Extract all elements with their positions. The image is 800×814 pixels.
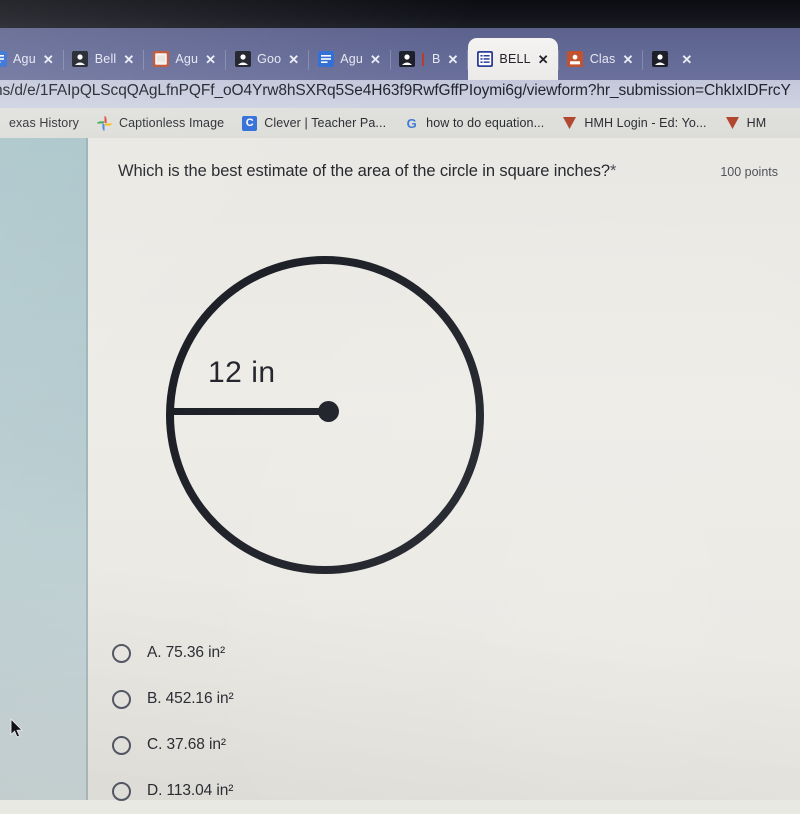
mouse-cursor: [10, 717, 24, 739]
answer-option[interactable]: D. 113.04 in²: [112, 768, 632, 814]
bookmark-item[interactable]: HM: [716, 116, 776, 131]
bookmark-label: Captionless Image: [118, 116, 225, 130]
browser-tab-strip: Agu ✕ Bell ✕ Agu ✕ Goo ✕ Agu ✕ B ✕ BELL ✕ Clas ✕ ✕: [0, 28, 800, 80]
hmh-icon: [725, 116, 740, 131]
tab-title: B: [431, 52, 441, 66]
points-label: 100 points: [720, 165, 778, 179]
google-classroom-icon: [567, 51, 584, 68]
tab-close-icon[interactable]: ✕: [42, 53, 54, 66]
question-prompt: Which is the best estimate of the area o…: [118, 162, 610, 180]
tab-title: Agu: [175, 52, 199, 66]
tab-title: Agu: [13, 52, 36, 66]
tab-title: BELL: [499, 52, 531, 66]
google-contacts-icon: [234, 51, 251, 68]
circle-figure: 12 in: [166, 256, 496, 586]
answer-option-label: D. 113.04 in²: [147, 782, 234, 799]
google-contacts-icon: [651, 51, 668, 68]
google-contacts-icon: [399, 51, 416, 68]
answer-option-label: B. 452.16 in²: [147, 690, 234, 707]
tab-close-icon[interactable]: ✕: [680, 53, 692, 66]
radio-button[interactable]: [112, 735, 131, 755]
tab-close-icon[interactable]: ✕: [537, 53, 549, 66]
answer-option-label: C. 37.68 in²: [147, 736, 226, 753]
question-text: Which is the best estimate of the area o…: [118, 162, 616, 181]
radius-line: [170, 408, 328, 415]
answer-option[interactable]: B. 452.16 in²: [112, 676, 632, 722]
answer-option[interactable]: C. 37.68 in²: [112, 722, 632, 768]
window-bezel: [0, 0, 800, 28]
browser-tab[interactable]: Bell ✕: [64, 38, 144, 80]
tab-title: Goo: [257, 52, 282, 66]
radio-button[interactable]: [112, 643, 131, 663]
tab-close-icon[interactable]: ✕: [204, 53, 216, 66]
circle-center-dot: [318, 401, 339, 422]
tab-title: Agu: [340, 52, 364, 66]
bookmarks-bar: exas History Captionless Image C Clever | T…: [0, 108, 800, 138]
browser-tab[interactable]: Agu ✕: [0, 38, 63, 80]
bookmark-label: Clever | Teacher Pa...: [264, 116, 387, 130]
question-header: Which is the best estimate of the area o…: [118, 162, 778, 181]
bookmark-item[interactable]: exas History: [0, 116, 88, 130]
browser-tab[interactable]: Clas ✕: [559, 38, 643, 80]
bookmark-label: HM: [746, 116, 767, 130]
tab-indicator-bar: [421, 52, 424, 66]
tab-close-icon[interactable]: ✕: [622, 53, 634, 66]
google-photos-icon: [96, 115, 112, 131]
google-slides-icon: [152, 51, 169, 68]
radio-button[interactable]: [112, 689, 131, 709]
browser-tab-active[interactable]: BELL ✕: [468, 38, 558, 80]
hmh-icon: [562, 116, 577, 131]
required-asterisk: *: [609, 162, 617, 180]
address-bar[interactable]: ns/d/e/1FAIpQLScqQAgLfnPQFf_oO4Yrw8hSXRq…: [0, 80, 800, 108]
bookmark-item[interactable]: Ghow to do equation...: [395, 116, 553, 131]
form-question-card: Which is the best estimate of the area o…: [88, 138, 800, 801]
bookmark-item[interactable]: Captionless Image: [88, 115, 233, 131]
bookmark-label: how to do equation...: [426, 116, 545, 130]
tab-close-icon[interactable]: ✕: [447, 53, 459, 66]
browser-tab[interactable]: Goo ✕: [226, 38, 308, 80]
url-text: ns/d/e/1FAIpQLScqQAgLfnPQFf_oO4Yrw8hSXRq…: [0, 82, 791, 99]
radius-label: 12 in: [208, 356, 276, 389]
google-contacts-icon: [72, 51, 89, 68]
browser-tab[interactable]: B ✕: [391, 38, 467, 80]
browser-tab[interactable]: ✕: [643, 38, 701, 80]
bookmark-label: exas History: [9, 116, 79, 130]
google-search-icon: G: [406, 115, 417, 131]
google-docs-icon: [317, 51, 334, 68]
tab-close-icon[interactable]: ✕: [369, 53, 381, 66]
google-forms-icon: [476, 51, 493, 68]
browser-tab[interactable]: Agu ✕: [309, 38, 390, 80]
tab-close-icon[interactable]: ✕: [122, 53, 134, 66]
bookmark-label: HMH Login - Ed: Yo...: [584, 116, 707, 130]
clever-icon: C: [242, 115, 258, 131]
bookmark-item[interactable]: C Clever | Teacher Pa...: [233, 115, 395, 131]
tab-title: Clas: [589, 52, 616, 66]
bookmark-item[interactable]: HMH Login - Ed: Yo...: [553, 116, 715, 131]
radio-button[interactable]: [112, 781, 131, 801]
google-docs-icon: [0, 51, 7, 68]
tab-title: Bell: [94, 52, 117, 66]
answer-option-label: A. 75.36 in²: [147, 644, 226, 661]
tab-close-icon[interactable]: ✕: [287, 53, 299, 66]
browser-tab[interactable]: Agu ✕: [144, 38, 225, 80]
page-content: Which is the best estimate of the area o…: [0, 138, 800, 801]
answer-option[interactable]: A. 75.36 in²: [112, 630, 632, 676]
answer-options-list: A. 75.36 in² B. 452.16 in² C. 37.68 in² D. …: [112, 630, 632, 814]
page-left-rail: [0, 138, 88, 800]
